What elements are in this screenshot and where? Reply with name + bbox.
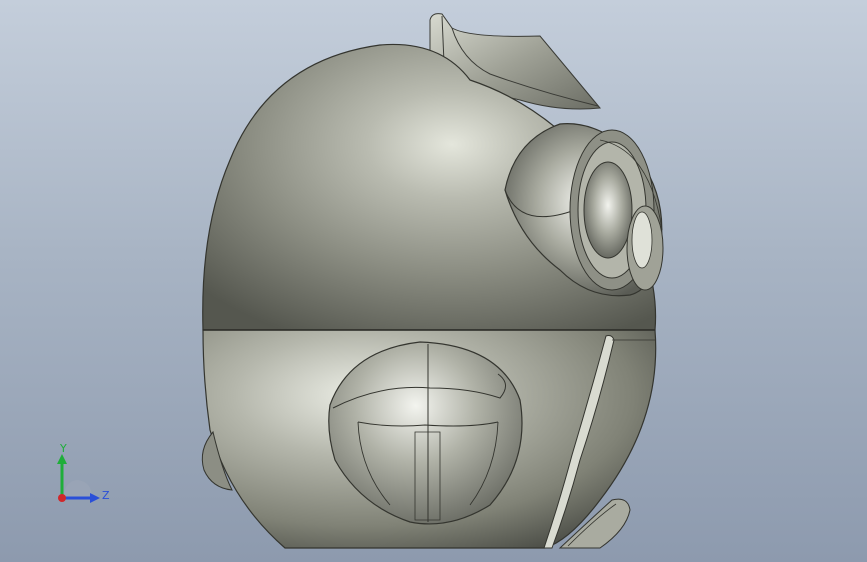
y-axis-arrow: [57, 454, 67, 464]
triad-plane: [62, 480, 92, 498]
orientation-triad: Y Z: [50, 440, 120, 510]
z-axis-label: Z: [102, 489, 110, 502]
graphics-viewport[interactable]: Y Z: [0, 0, 867, 562]
x-axis-dot: [58, 494, 66, 502]
z-axis-arrow: [90, 493, 100, 503]
y-axis-label: Y: [60, 442, 67, 455]
3d-model[interactable]: [0, 0, 867, 562]
